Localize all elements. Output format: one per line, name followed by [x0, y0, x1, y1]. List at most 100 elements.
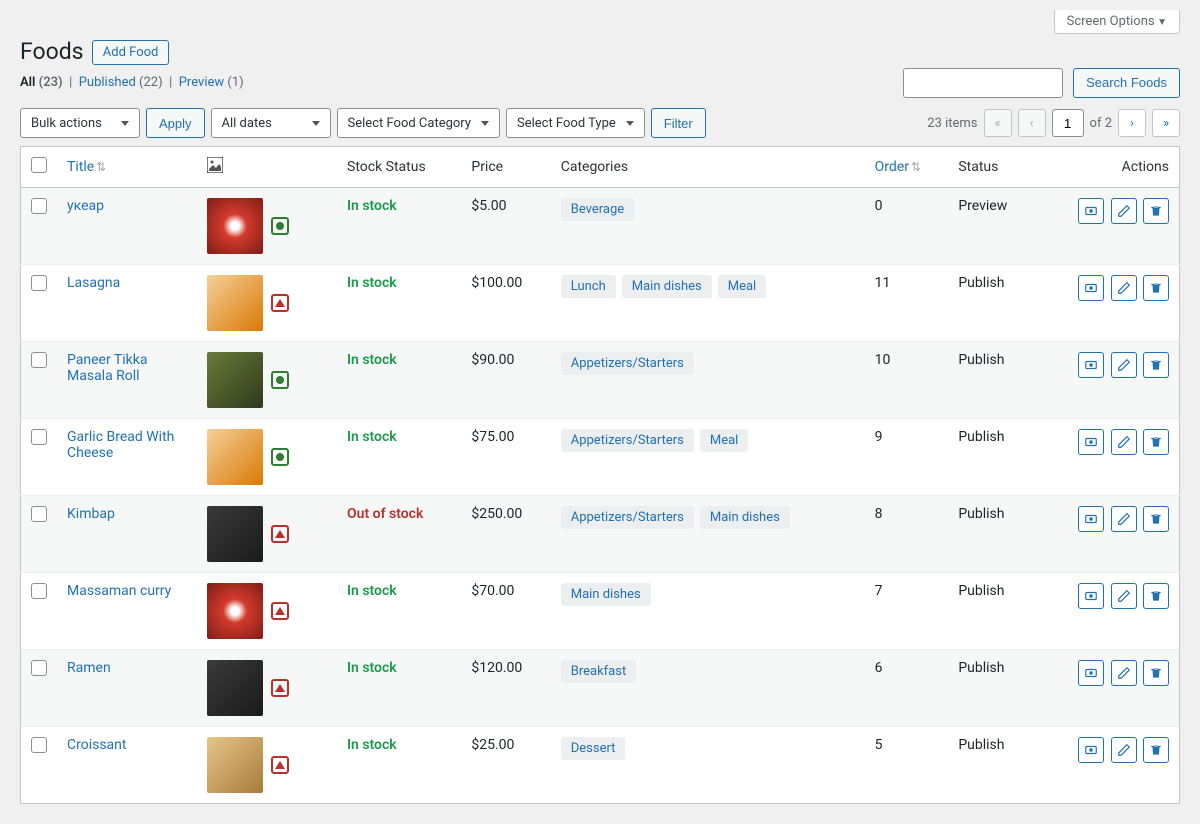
- column-title[interactable]: Title⇅: [57, 147, 197, 188]
- delete-button[interactable]: [1143, 506, 1169, 532]
- food-thumbnail: [207, 506, 263, 562]
- first-page-button[interactable]: «: [984, 109, 1012, 137]
- category-tag[interactable]: Lunch: [561, 275, 616, 298]
- food-title-link[interactable]: Croissant: [67, 737, 127, 753]
- row-checkbox[interactable]: [31, 198, 47, 214]
- category-tag[interactable]: Breakfast: [561, 660, 637, 683]
- status-value: Publish: [948, 419, 1035, 496]
- edit-button[interactable]: [1111, 506, 1137, 532]
- delete-button[interactable]: [1143, 660, 1169, 686]
- table-row: Kimbap Out of stock $250.00 Appetizers/S…: [21, 496, 1180, 573]
- edit-button[interactable]: [1111, 583, 1137, 609]
- price-value: $100.00: [461, 265, 550, 342]
- category-tag[interactable]: Beverage: [561, 198, 634, 221]
- delete-button[interactable]: [1143, 352, 1169, 378]
- category-list: Appetizers/Starters Meal: [561, 429, 855, 452]
- food-type-icon: [271, 525, 289, 543]
- edit-button[interactable]: [1111, 660, 1137, 686]
- view-button[interactable]: [1078, 583, 1104, 609]
- food-type-icon: [271, 679, 289, 697]
- food-title-link[interactable]: Massaman curry: [67, 583, 171, 599]
- view-button[interactable]: [1078, 660, 1104, 686]
- row-checkbox[interactable]: [31, 660, 47, 676]
- next-page-button[interactable]: ›: [1118, 109, 1146, 137]
- category-tag[interactable]: Appetizers/Starters: [561, 429, 694, 452]
- price-value: $5.00: [461, 188, 550, 265]
- category-tag[interactable]: Appetizers/Starters: [561, 506, 694, 529]
- delete-button[interactable]: [1143, 429, 1169, 455]
- last-page-button[interactable]: »: [1152, 109, 1180, 137]
- order-value: 6: [865, 650, 949, 727]
- row-checkbox[interactable]: [31, 506, 47, 522]
- food-title-link[interactable]: Lasagna: [67, 275, 120, 291]
- category-list: Main dishes: [561, 583, 855, 606]
- category-select[interactable]: Select Food Category: [337, 108, 500, 138]
- food-title-link[interactable]: Paneer Tikka Masala Roll: [67, 352, 147, 384]
- table-row: Lasagna In stock $100.00 LunchMain dishe…: [21, 265, 1180, 342]
- view-button[interactable]: [1078, 352, 1104, 378]
- prev-page-button[interactable]: ‹: [1018, 109, 1046, 137]
- status-value: Publish: [948, 573, 1035, 650]
- status-value: Publish: [948, 727, 1035, 804]
- edit-button[interactable]: [1111, 275, 1137, 301]
- view-button[interactable]: [1078, 506, 1104, 532]
- dates-select[interactable]: All dates: [211, 108, 331, 138]
- edit-button[interactable]: [1111, 198, 1137, 224]
- edit-button[interactable]: [1111, 429, 1137, 455]
- search-foods-button[interactable]: Search Foods: [1073, 68, 1180, 98]
- select-all-checkbox[interactable]: [31, 157, 47, 173]
- status-filters: All (23) | Published (22) | Preview (1): [20, 75, 244, 90]
- order-value: 0: [865, 188, 949, 265]
- category-tag[interactable]: Meal: [718, 275, 766, 298]
- current-page-input[interactable]: [1052, 109, 1084, 137]
- view-button[interactable]: [1078, 429, 1104, 455]
- screen-options-button[interactable]: Screen Options: [1054, 10, 1180, 34]
- category-list: Lunch Main dishes Meal: [561, 275, 855, 298]
- edit-button[interactable]: [1111, 352, 1137, 378]
- items-count: 23 items: [927, 116, 977, 131]
- delete-button[interactable]: [1143, 583, 1169, 609]
- food-type-icon: [271, 756, 289, 774]
- filter-button[interactable]: Filter: [651, 108, 706, 138]
- pagination: 23 items « ‹ of 2 › »: [927, 109, 1180, 137]
- column-order[interactable]: Order⇅: [865, 147, 949, 188]
- row-checkbox[interactable]: [31, 583, 47, 599]
- add-food-button[interactable]: Add Food: [92, 40, 170, 65]
- row-checkbox[interactable]: [31, 275, 47, 291]
- category-tag[interactable]: Main dishes: [561, 583, 651, 606]
- food-title-link[interactable]: Kimbap: [67, 506, 115, 522]
- filter-preview[interactable]: Preview (1): [179, 75, 244, 90]
- search-input[interactable]: [903, 68, 1063, 98]
- foods-table: Title⇅ Stock Status Price Categories Ord…: [20, 146, 1180, 804]
- order-value: 11: [865, 265, 949, 342]
- view-button[interactable]: [1078, 198, 1104, 224]
- food-thumbnail: [207, 583, 263, 639]
- category-tag[interactable]: Dessert: [561, 737, 626, 760]
- row-checkbox[interactable]: [31, 352, 47, 368]
- food-thumbnail: [207, 660, 263, 716]
- status-value: Publish: [948, 342, 1035, 419]
- apply-button[interactable]: Apply: [146, 108, 205, 138]
- food-title-link[interactable]: укеар: [67, 198, 104, 214]
- delete-button[interactable]: [1143, 275, 1169, 301]
- category-tag[interactable]: Main dishes: [622, 275, 712, 298]
- delete-button[interactable]: [1143, 737, 1169, 763]
- delete-button[interactable]: [1143, 198, 1169, 224]
- food-title-link[interactable]: Garlic Bread With Cheese: [67, 429, 174, 461]
- food-title-link[interactable]: Ramen: [67, 660, 111, 676]
- column-actions: Actions: [1035, 147, 1179, 188]
- filter-published[interactable]: Published (22): [79, 75, 166, 90]
- category-tag[interactable]: Appetizers/Starters: [561, 352, 694, 375]
- view-button[interactable]: [1078, 737, 1104, 763]
- row-checkbox[interactable]: [31, 429, 47, 445]
- column-status: Status: [948, 147, 1035, 188]
- category-tag[interactable]: Meal: [700, 429, 748, 452]
- type-select[interactable]: Select Food Type: [506, 108, 645, 138]
- edit-button[interactable]: [1111, 737, 1137, 763]
- bulk-actions-select[interactable]: Bulk actions: [20, 108, 140, 138]
- stock-status: In stock: [347, 737, 397, 753]
- row-checkbox[interactable]: [31, 737, 47, 753]
- view-button[interactable]: [1078, 275, 1104, 301]
- filter-all[interactable]: All (23): [20, 75, 66, 90]
- category-tag[interactable]: Main dishes: [700, 506, 790, 529]
